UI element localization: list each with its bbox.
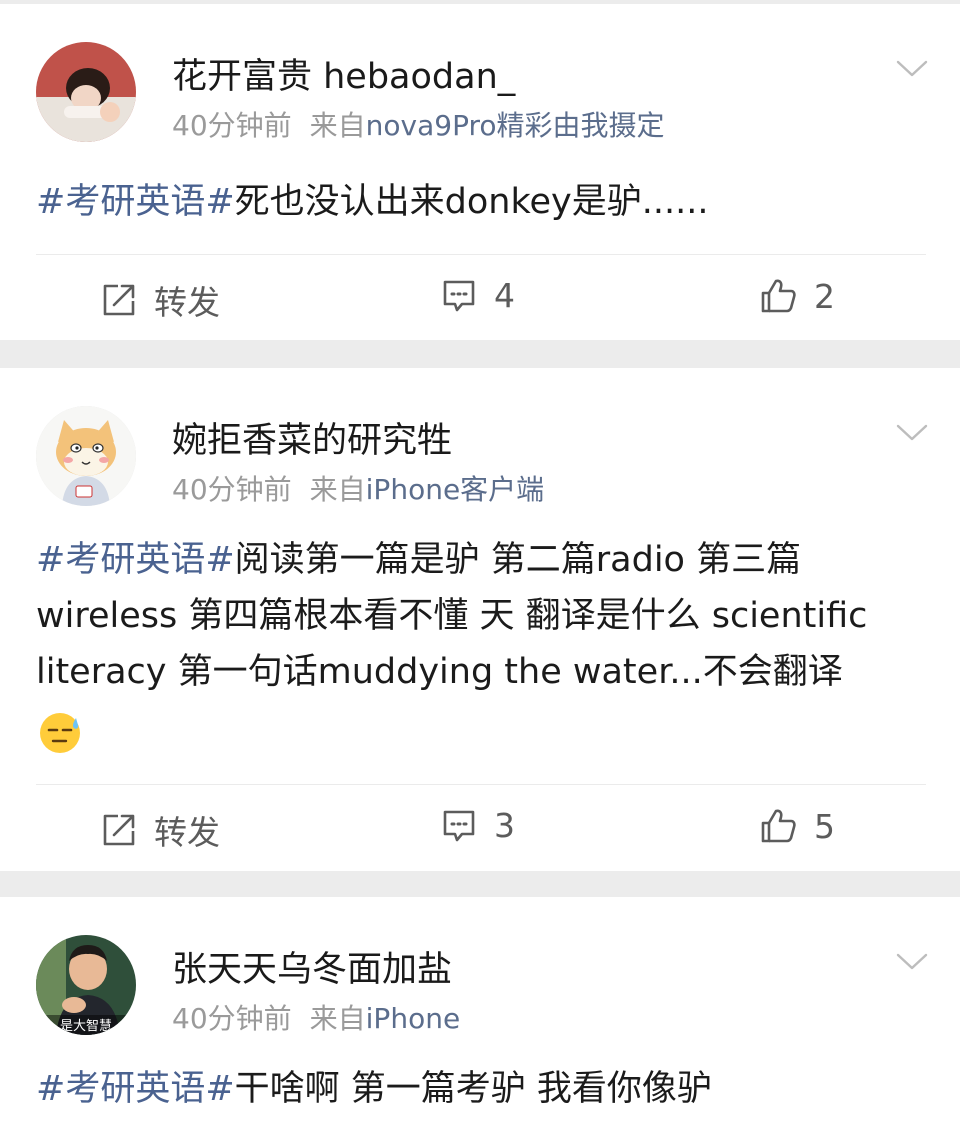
post-text-line: wireless 第四篇根本看不懂 天 翻译是什么 scientific <box>36 596 868 636</box>
post-meta: 40分钟前 来自iPhone <box>172 997 460 1037</box>
post-text-line: #考研英语#阅读第一篇是驴 第二篇radio 第三篇 <box>36 532 926 588</box>
chevron-down-icon[interactable] <box>892 54 932 82</box>
divider <box>36 784 926 785</box>
post-text-line <box>36 700 926 756</box>
comment-button[interactable]: 3 <box>440 806 515 845</box>
post-time: 40分钟前 <box>172 473 292 506</box>
post-card: 婉拒香菜的研究牲 40分钟前 来自iPhone客户端 #考研英语#阅读第一篇是驴 … <box>0 368 960 871</box>
post-text-line: literacy 第一句话muddying the water...不会翻译 <box>36 652 843 692</box>
post-text: 干啥啊 第一篇考驴 我看你像驴 <box>234 1069 712 1109</box>
post-time: 40分钟前 <box>172 109 292 142</box>
repost-icon <box>103 284 135 316</box>
source-prefix: 来自 <box>309 1002 366 1035</box>
source-prefix: 来自 <box>309 473 366 506</box>
avatar-photo-girl <box>36 42 136 142</box>
post-card: 是大智慧 张天天乌冬面加盐 40分钟前 来自iPhone #考研英语#干啥啊 第一… <box>0 897 960 1144</box>
source-device[interactable]: nova9Pro精彩由我摄定 <box>366 109 665 142</box>
avatar-caption: 是大智慧 <box>60 1018 112 1034</box>
like-button[interactable]: 5 <box>758 806 835 846</box>
sweat-face-emoji-icon <box>40 713 80 753</box>
comment-count: 3 <box>494 806 515 845</box>
like-button[interactable]: 2 <box>758 276 835 316</box>
like-count: 2 <box>814 276 835 316</box>
avatar-photo-man: 是大智慧 <box>36 935 136 1035</box>
weibo-comment-feed: 花开富贵 hebaodan_ 40分钟前 来自nova9Pro精彩由我摄定 #考研… <box>0 0 960 1144</box>
repost-icon <box>103 814 135 846</box>
like-icon <box>761 279 796 313</box>
post-card: 花开富贵 hebaodan_ 40分钟前 来自nova9Pro精彩由我摄定 #考研… <box>0 4 960 340</box>
source-prefix: 来自 <box>309 109 366 142</box>
chevron-down-icon[interactable] <box>892 418 932 446</box>
comment-button[interactable]: 4 <box>440 276 515 315</box>
post-content: #考研英语#干啥啊 第一篇考驴 我看你像驴 <box>36 1061 926 1117</box>
hashtag-link[interactable]: #考研英语# <box>36 540 235 580</box>
hashtag-link[interactable]: #考研英语# <box>36 182 235 222</box>
post-content: #考研英语#死也没认出来donkey是驴...... <box>36 174 926 230</box>
divider <box>36 254 926 255</box>
comment-icon <box>443 810 475 841</box>
comment-icon <box>443 280 475 311</box>
repost-label: 转发 <box>154 283 220 322</box>
username[interactable]: 婉拒香菜的研究牲 <box>172 412 452 463</box>
username[interactable]: 张天天乌冬面加盐 <box>172 941 452 992</box>
hashtag-link[interactable]: #考研英语# <box>36 1069 235 1109</box>
post-time: 40分钟前 <box>172 1002 292 1035</box>
comment-count: 4 <box>494 276 515 315</box>
like-icon <box>761 809 796 843</box>
avatar-shiba-cartoon <box>36 406 136 506</box>
repost-label: 转发 <box>154 813 220 852</box>
post-meta: 40分钟前 来自nova9Pro精彩由我摄定 <box>172 104 665 144</box>
source-device[interactable]: iPhone客户端 <box>366 473 545 506</box>
post-text: 死也没认出来donkey是驴...... <box>234 182 709 222</box>
username[interactable]: 花开富贵 hebaodan_ <box>172 48 515 99</box>
chevron-down-icon[interactable] <box>892 947 932 975</box>
avatar[interactable] <box>36 42 136 142</box>
avatar[interactable]: 是大智慧 <box>36 935 136 1035</box>
post-meta: 40分钟前 来自iPhone客户端 <box>172 468 544 508</box>
repost-button[interactable]: 转发 <box>100 276 220 324</box>
post-text: 阅读第一篇是驴 第二篇radio 第三篇 <box>234 540 802 580</box>
source-device[interactable]: iPhone <box>366 1002 461 1035</box>
repost-button[interactable]: 转发 <box>100 806 220 854</box>
like-count: 5 <box>814 806 835 846</box>
post-content: #考研英语#阅读第一篇是驴 第二篇radio 第三篇 wireless 第四篇根… <box>36 532 926 756</box>
avatar[interactable] <box>36 406 136 506</box>
